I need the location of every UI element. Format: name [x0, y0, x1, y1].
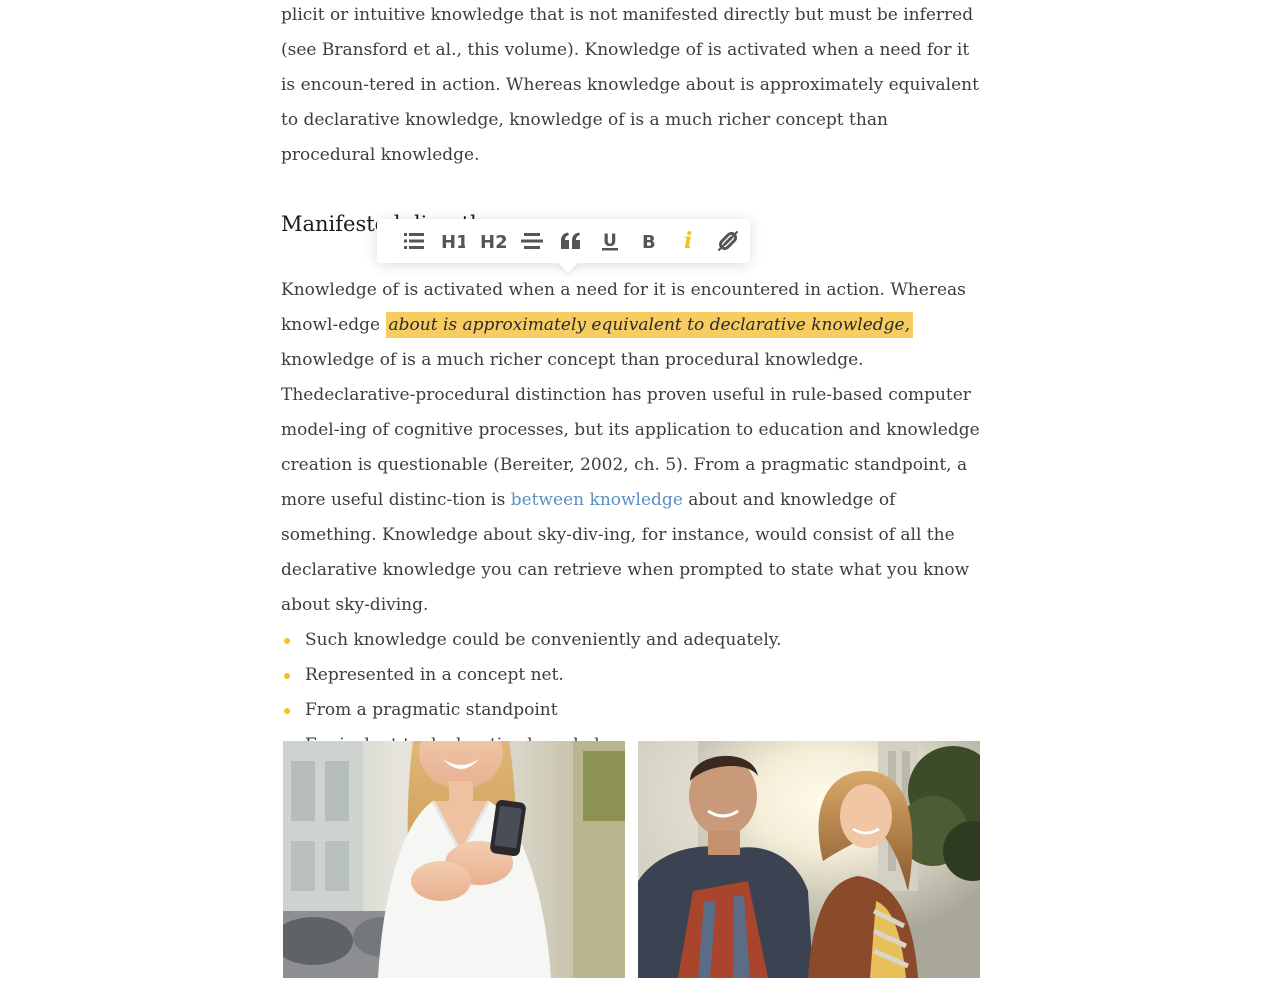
bullet-dot-icon [284, 638, 290, 644]
list-item[interactable]: From a pragmatic standpoint [281, 693, 981, 728]
italic-icon: i [684, 230, 692, 252]
photo-gallery [283, 741, 980, 978]
underline-icon: U [602, 231, 619, 251]
heading-2-icon: H2 [480, 232, 506, 250]
italic-button[interactable]: i [672, 223, 706, 259]
selected-paragraph-after: knowledge of is a much richer concept th… [281, 350, 864, 370]
bold-button[interactable]: B [632, 223, 666, 259]
woman-with-smartphone-photo[interactable] [283, 741, 625, 978]
list-item-text: From a pragmatic standpoint [305, 700, 558, 720]
link-paragraph[interactable]: Thedeclarative-procedural distinction ha… [281, 378, 981, 623]
photo-image [283, 741, 625, 978]
heading-1-button[interactable]: H1 [436, 223, 470, 259]
strikethrough-icon [520, 233, 543, 249]
list-item[interactable]: Such knowledge could be conveniently and… [281, 623, 981, 658]
quote-icon [560, 232, 580, 249]
selected-paragraph[interactable]: Knowledge of is activated when a need fo… [281, 273, 981, 378]
couple-walking-photo[interactable] [638, 741, 980, 978]
unlink-icon [717, 231, 738, 251]
bullet-dot-icon [284, 708, 290, 714]
list-item-text: Represented in a concept net. [305, 665, 564, 685]
heading-2-button[interactable]: H2 [475, 223, 509, 259]
list-icon [404, 233, 425, 249]
svg-text:H2: H2 [480, 232, 506, 250]
unlink-button[interactable] [711, 223, 745, 259]
list-item[interactable]: Represented in a concept net. [281, 658, 981, 693]
strikethrough-button[interactable] [515, 223, 549, 259]
quote-button[interactable] [554, 223, 588, 259]
svg-text:H1: H1 [441, 232, 465, 250]
bullet-dot-icon [284, 673, 290, 679]
photo-image [638, 741, 980, 978]
selected-text-highlight[interactable]: about is approximately equivalent to dec… [385, 312, 914, 338]
underline-button[interactable]: U [593, 223, 627, 259]
intro-paragraph[interactable]: plicit or intuitive knowledge that is no… [281, 0, 981, 173]
bold-icon: B [642, 232, 656, 250]
heading-1-icon: H1 [441, 232, 465, 250]
between-knowledge-link[interactable]: between knowledge [511, 490, 683, 510]
svg-text:B: B [642, 232, 656, 250]
article-body: plicit or intuitive knowledge that is no… [281, 0, 981, 763]
svg-text:i: i [684, 230, 692, 252]
list-button[interactable] [397, 223, 431, 259]
list-item-text: Such knowledge could be conveniently and… [305, 630, 782, 650]
formatting-toolbar: H1 H2 U B i [377, 219, 750, 263]
